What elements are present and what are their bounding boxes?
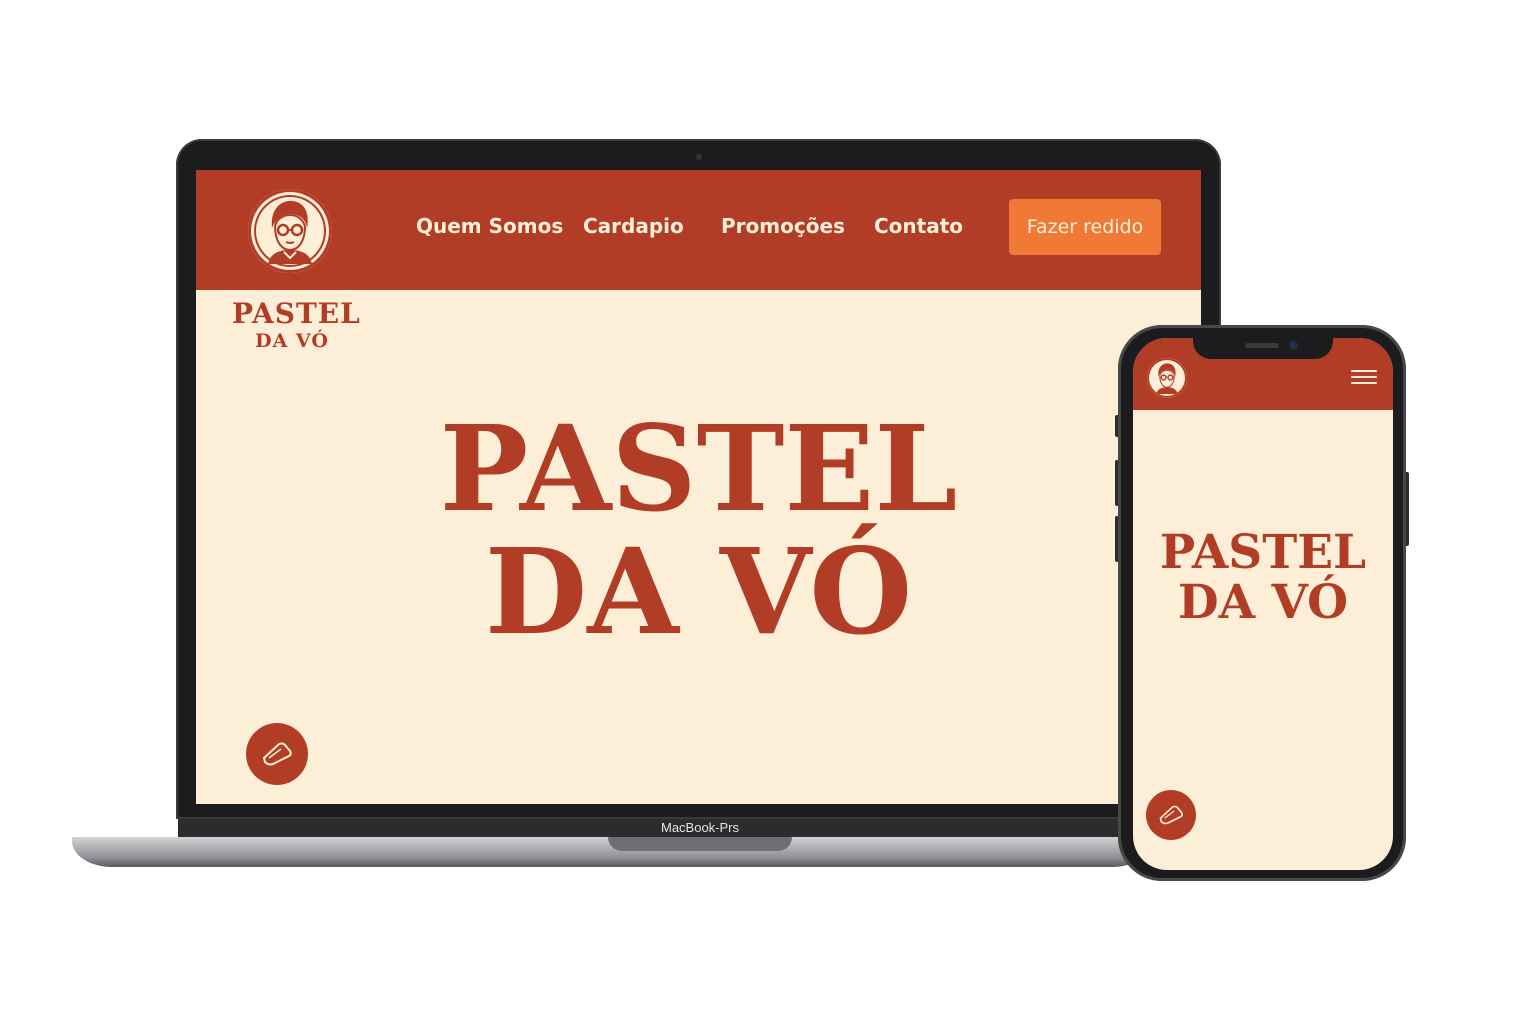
mobile-floating-action-button[interactable] bbox=[1146, 790, 1196, 840]
hero-title-line1: PASTEL bbox=[439, 399, 958, 538]
nav-contato[interactable]: Contato bbox=[874, 214, 963, 244]
phone-speaker bbox=[1245, 343, 1279, 348]
floating-action-button[interactable] bbox=[246, 723, 308, 785]
mobile-hero-title-line1: PASTEL bbox=[1159, 525, 1367, 580]
nav-quem-somos[interactable]: Quem Somos bbox=[416, 214, 563, 244]
logo-wordmark-line2: DA VÓ bbox=[255, 330, 329, 352]
mobile-hero-title-line2: DA VÓ bbox=[1177, 574, 1349, 630]
logo-wordmark-line1: PASTEL bbox=[232, 297, 361, 330]
pastry-icon bbox=[1159, 805, 1183, 825]
hero-title-line2: DA VÓ bbox=[484, 521, 913, 661]
desktop-site: Quem Somos Cardapio Promoções Contato Fa… bbox=[196, 170, 1201, 804]
grandma-portrait-icon bbox=[1156, 363, 1178, 394]
nav-cardapio[interactable]: Cardapio bbox=[583, 214, 684, 244]
pastry-icon bbox=[263, 742, 292, 766]
mobile-logo-badge[interactable] bbox=[1147, 358, 1187, 398]
mobile-site: PASTEL DA VÓ bbox=[1133, 338, 1393, 870]
phone-notch bbox=[1193, 335, 1333, 359]
laptop-camera bbox=[696, 154, 702, 160]
laptop-opening-notch bbox=[608, 837, 792, 851]
site-header: Quem Somos Cardapio Promoções Contato Fa… bbox=[196, 170, 1201, 290]
nav-promocoes[interactable]: Promoções bbox=[721, 214, 845, 244]
order-button[interactable]: Fazer redido bbox=[1009, 199, 1161, 255]
logo-wordmark[interactable]: PASTEL DA VÓ bbox=[232, 297, 361, 352]
laptop-label: MacBook-Prs bbox=[660, 820, 740, 835]
menu-bar bbox=[1351, 382, 1377, 384]
grandma-portrait-icon bbox=[268, 200, 312, 264]
logo-badge[interactable] bbox=[248, 189, 332, 273]
menu-bar bbox=[1351, 376, 1377, 378]
mobile-hero-title: PASTEL DA VÓ bbox=[1133, 528, 1393, 628]
menu-bar bbox=[1351, 370, 1377, 372]
hamburger-menu-icon[interactable] bbox=[1351, 370, 1377, 388]
hero-title: PASTEL DA VÓ bbox=[196, 399, 1201, 661]
phone-front-camera bbox=[1289, 341, 1298, 350]
